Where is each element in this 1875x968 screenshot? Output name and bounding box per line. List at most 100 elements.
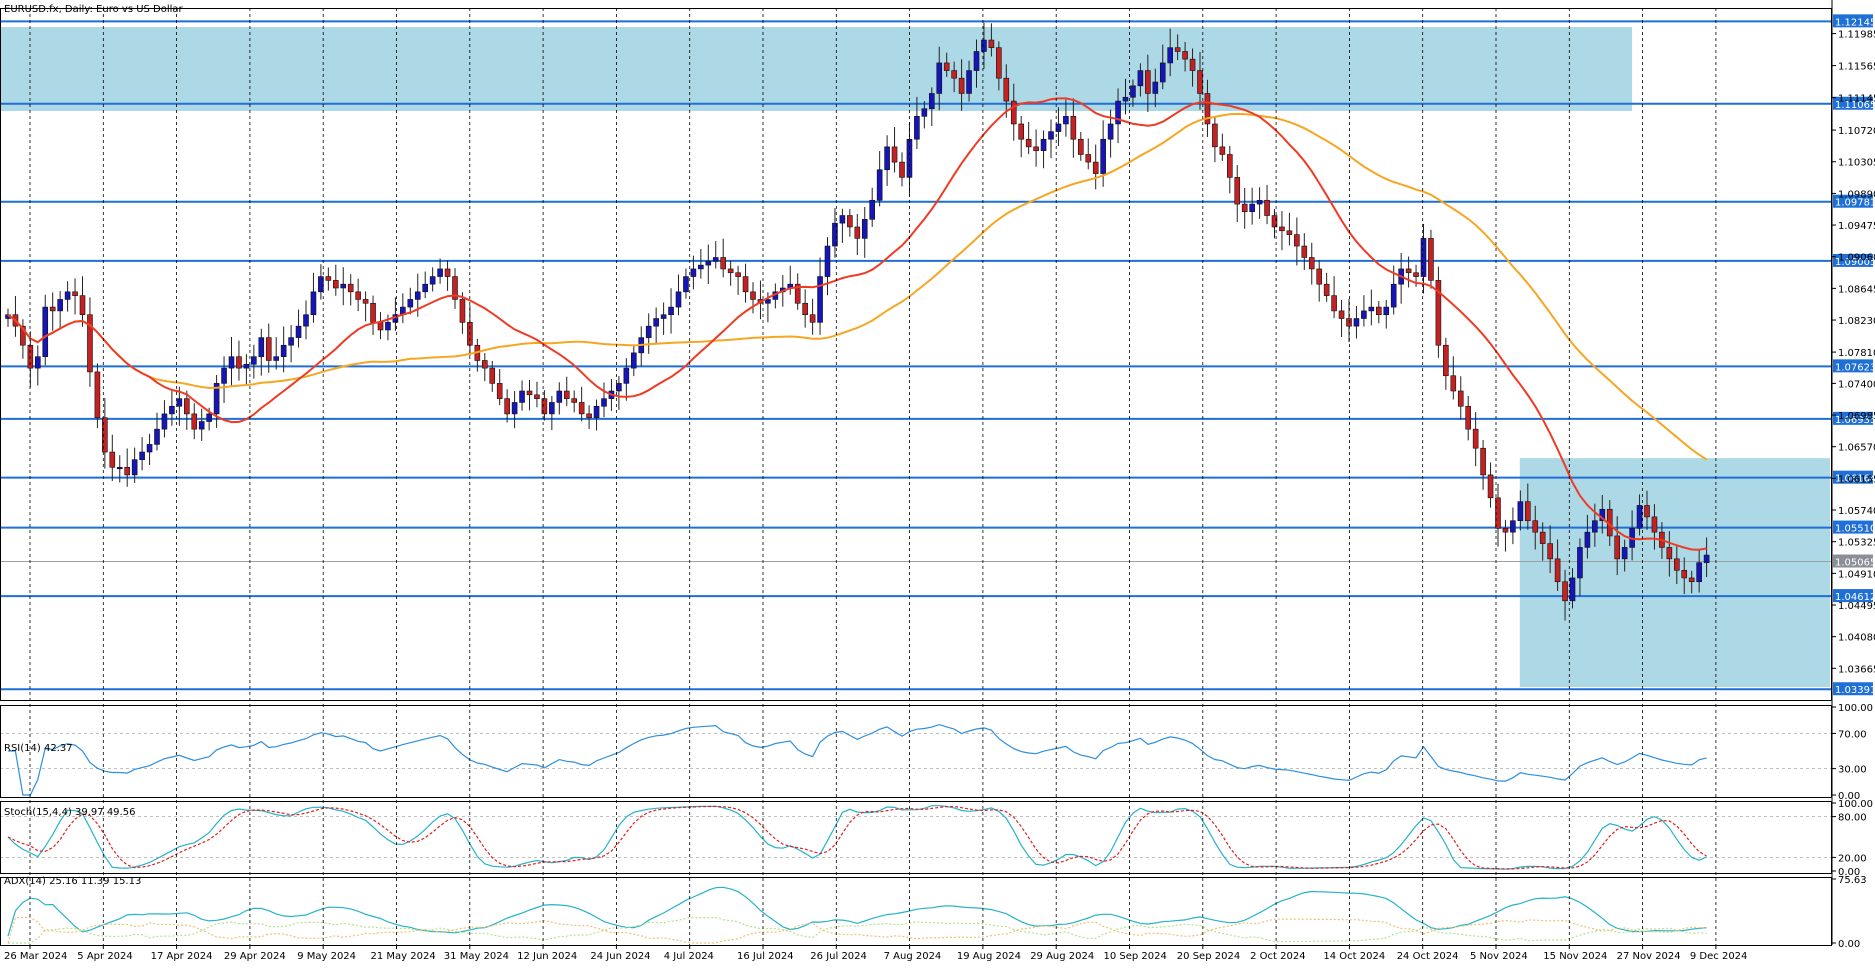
candle-body: [154, 428, 160, 445]
x-tick-label: 4 Jul 2024: [664, 951, 714, 962]
candle-body: [198, 421, 205, 430]
rsi-label: RSI(14) 42.37: [4, 743, 73, 754]
candle-body: [1390, 283, 1397, 308]
candle-body: [1666, 547, 1673, 560]
candle-body: [79, 295, 86, 316]
price-panel[interactable]: 1.121451.110651.097811.090051.076231.069…: [0, 14, 1875, 696]
x-tick-label: 29 Aug 2024: [1030, 951, 1094, 962]
x-tick-label: 21 May 2024: [371, 951, 436, 962]
candle-body: [347, 283, 354, 293]
candle-body: [407, 299, 414, 308]
candle-body: [1286, 230, 1293, 235]
candle-body: [556, 390, 563, 403]
candle-body: [1197, 70, 1203, 94]
adx-panel[interactable]: 75.63 0.00: [7, 875, 1867, 950]
y-tick-label: 1.04910: [1838, 569, 1875, 580]
candle-body: [534, 394, 540, 399]
candle-body: [854, 226, 861, 239]
candle-body: [1070, 116, 1077, 140]
y-tick-label: 1.04495: [1838, 601, 1875, 612]
candle-body: [1420, 238, 1427, 277]
candle-body: [42, 306, 49, 357]
candle-body: [504, 398, 510, 415]
candle-body: [966, 70, 972, 94]
candle-body: [1517, 501, 1524, 522]
candle-body: [563, 390, 570, 399]
candle-body: [1688, 577, 1695, 583]
candle-body: [1107, 123, 1114, 140]
panel-border: [0, 877, 1832, 946]
x-tick-label: 20 Sep 2024: [1177, 951, 1240, 962]
candle-body: [1249, 203, 1255, 213]
candle-body: [1331, 295, 1337, 312]
candle-body: [258, 337, 265, 357]
candle-body: [832, 222, 838, 247]
candle-body: [191, 413, 198, 430]
y-tick-label: 1.07400: [1838, 379, 1875, 390]
candle-body: [668, 306, 674, 316]
candle-body: [1674, 558, 1680, 571]
candle-body: [839, 215, 846, 224]
panel-border: [0, 705, 1832, 798]
candle-body: [1256, 199, 1263, 205]
candle-body: [1040, 138, 1047, 151]
y-tick-label: 30.00: [1838, 765, 1867, 776]
candle-body: [1592, 520, 1598, 533]
candle-body: [1532, 520, 1539, 533]
candle-body: [228, 356, 235, 369]
candle-body: [1316, 268, 1322, 285]
candle-body: [1167, 47, 1173, 64]
candle-body: [481, 360, 488, 369]
candle-body: [928, 93, 935, 110]
candle-body: [1383, 306, 1390, 316]
candle-body: [1621, 547, 1628, 560]
candle-body: [1018, 123, 1025, 140]
candle-body: [1413, 272, 1419, 277]
candle-body: [1092, 161, 1099, 174]
candle-body: [1584, 531, 1591, 548]
x-tick-label: 24 Oct 2024: [1397, 951, 1459, 962]
candle-body: [1376, 306, 1382, 316]
candle-body: [139, 451, 145, 460]
chart-canvas[interactable]: 1.121451.110651.097811.090051.076231.069…: [0, 0, 1875, 964]
zone-rect: [1519, 458, 1830, 688]
candle-body: [325, 276, 332, 281]
candle-body: [1405, 268, 1412, 274]
candle-body: [1338, 310, 1345, 319]
candle-body: [914, 116, 920, 140]
candle-body: [578, 402, 585, 415]
candle-body: [720, 257, 727, 270]
trading-chart[interactable]: 1.12145 1.11065 1.09781 1.09005 1.07623 1.069…: [0, 0, 1875, 964]
stoch-panel[interactable]: 100.0080.0020.000.00: [0, 799, 1873, 878]
candle-body: [1294, 234, 1300, 247]
y-tick-label: 1.11565: [1838, 62, 1875, 73]
candle-body: [1174, 47, 1181, 52]
rsi-panel[interactable]: 100.0070.0030.000.00: [0, 703, 1873, 802]
candle-body: [49, 306, 56, 312]
stoch-label: Stoch(15,4,4) 39.97 49.56: [4, 807, 135, 818]
price-level-label: 1.07623: [1835, 362, 1875, 373]
candle-body: [1539, 531, 1546, 544]
adx-minus-di-line: [7, 917, 1707, 944]
candle-body: [660, 314, 667, 319]
candle-body: [549, 402, 555, 415]
x-tick-label: 7 Aug 2024: [884, 951, 942, 962]
candle-body: [899, 161, 905, 178]
candle-body: [1048, 131, 1054, 140]
y-tick-label: 1.10305: [1838, 158, 1875, 169]
candle-body: [511, 402, 518, 415]
candle-body: [1055, 123, 1062, 132]
candle-body: [1122, 96, 1129, 102]
candle-body: [1428, 238, 1434, 281]
x-tick-label: 24 Jun 2024: [590, 951, 650, 962]
candle-body: [1234, 177, 1241, 205]
candle-body: [683, 276, 689, 293]
candle-body: [869, 199, 876, 220]
candle-body: [653, 318, 659, 327]
candle-body: [921, 108, 928, 117]
candle-body: [1264, 199, 1270, 216]
candle-body: [1525, 501, 1531, 522]
x-tick-label: 26 Jul 2024: [810, 951, 867, 962]
candle-body: [1100, 138, 1106, 174]
candle-body: [1159, 62, 1166, 83]
